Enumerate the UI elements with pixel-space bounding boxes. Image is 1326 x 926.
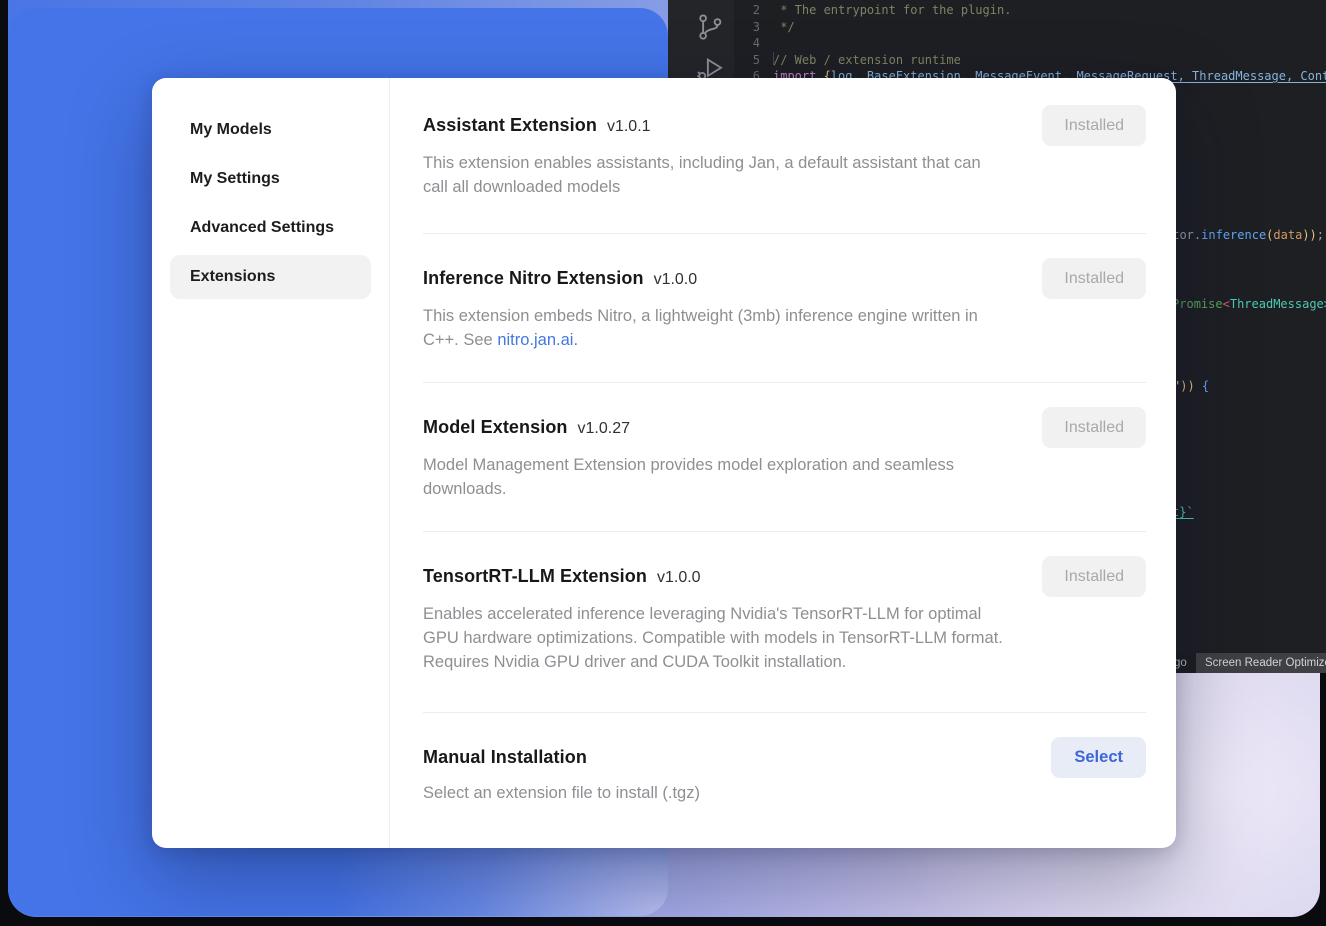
installed-button[interactable]: Installed <box>1042 105 1146 146</box>
code-text: * The entrypoint for the plugin. <box>760 2 1011 19</box>
sidebar-item-my-models[interactable]: My Models <box>170 108 371 152</box>
code-fragment: rator.inference(data)); <box>1158 228 1324 242</box>
sidebar-item-advanced-settings[interactable]: Advanced Settings <box>170 206 371 250</box>
installed-button[interactable]: Installed <box>1042 407 1146 448</box>
code-line: 3 */ <box>734 19 1326 36</box>
extension-row-assistant: Assistant Extension v1.0.1 This extensio… <box>423 112 1146 199</box>
line-number: 2 <box>734 2 760 19</box>
extension-title: TensortRT-LLM Extension <box>423 563 647 589</box>
extension-title: Manual Installation <box>423 744 587 770</box>
installed-button[interactable]: Installed <box>1042 258 1146 299</box>
sidebar-item-extensions[interactable]: Extensions <box>170 255 371 299</box>
extension-title: Assistant Extension <box>423 112 597 138</box>
sidebar-item-label: Advanced Settings <box>190 219 334 237</box>
installed-button[interactable]: Installed <box>1042 556 1146 597</box>
code-line: 2 * The entrypoint for the plugin. <box>734 2 1326 19</box>
extensions-list: Assistant Extension v1.0.1 This extensio… <box>390 78 1176 848</box>
select-button[interactable]: Select <box>1051 737 1146 778</box>
sidebar-item-label: Extensions <box>190 268 275 286</box>
code-text <box>760 35 773 52</box>
line-number: 4 <box>734 35 760 52</box>
settings-card: My Models My Settings Advanced Settings … <box>152 78 1176 848</box>
extension-version: v1.0.0 <box>657 565 701 591</box>
extension-row-manual-installation: Manual Installation Select an extension … <box>423 713 1146 805</box>
code-line: 4 <box>734 35 1326 52</box>
extension-description: Enables accelerated inference leveraging… <box>423 602 1003 674</box>
extension-version: v1.0.1 <box>607 114 651 140</box>
sidebar-item-my-settings[interactable]: My Settings <box>170 157 371 201</box>
source-control-icon[interactable] <box>695 12 725 45</box>
line-number: 3 <box>734 19 760 36</box>
sidebar-item-label: My Settings <box>190 170 280 188</box>
line-number: 5 <box>734 52 760 69</box>
extension-row-tensorrt-llm: TensortRT-LLM Extension v1.0.0 Enables a… <box>423 532 1146 674</box>
settings-sidebar: My Models My Settings Advanced Settings … <box>152 78 390 848</box>
code-fragment: Promise<ThreadMessage> <box>1172 297 1326 311</box>
nitro-jan-ai-link[interactable]: nitro.jan.ai. <box>497 331 578 349</box>
extension-description: Select an extension file to install (.tg… <box>423 781 700 805</box>
sidebar-item-label: My Models <box>190 121 272 139</box>
extension-description: This extension enables assistants, inclu… <box>423 151 1003 199</box>
extension-row-model: Model Extension v1.0.27 Model Management… <box>423 383 1146 501</box>
extension-title: Inference Nitro Extension <box>423 265 644 291</box>
extension-version: v1.0.0 <box>654 267 698 293</box>
code-line: 5 // Web / extension runtime <box>734 52 1326 69</box>
extension-description: Model Management Extension provides mode… <box>423 453 1003 501</box>
extension-row-inference-nitro: Inference Nitro Extension v1.0.0 This ex… <box>423 234 1146 352</box>
extension-description: This extension embeds Nitro, a lightweig… <box>423 304 1003 352</box>
editor-code-area: 2 * The entrypoint for the plugin. 3 */ … <box>734 2 1326 85</box>
code-text: // Web / extension runtime <box>760 52 961 69</box>
indent-guide <box>773 52 774 65</box>
code-text: */ <box>760 19 795 36</box>
screen-reader-optimized-status[interactable]: Screen Reader Optimized <box>1196 653 1326 673</box>
code-fragment: ")) { <box>1173 379 1209 393</box>
extension-version: v1.0.27 <box>578 416 630 442</box>
extension-title: Model Extension <box>423 414 568 440</box>
